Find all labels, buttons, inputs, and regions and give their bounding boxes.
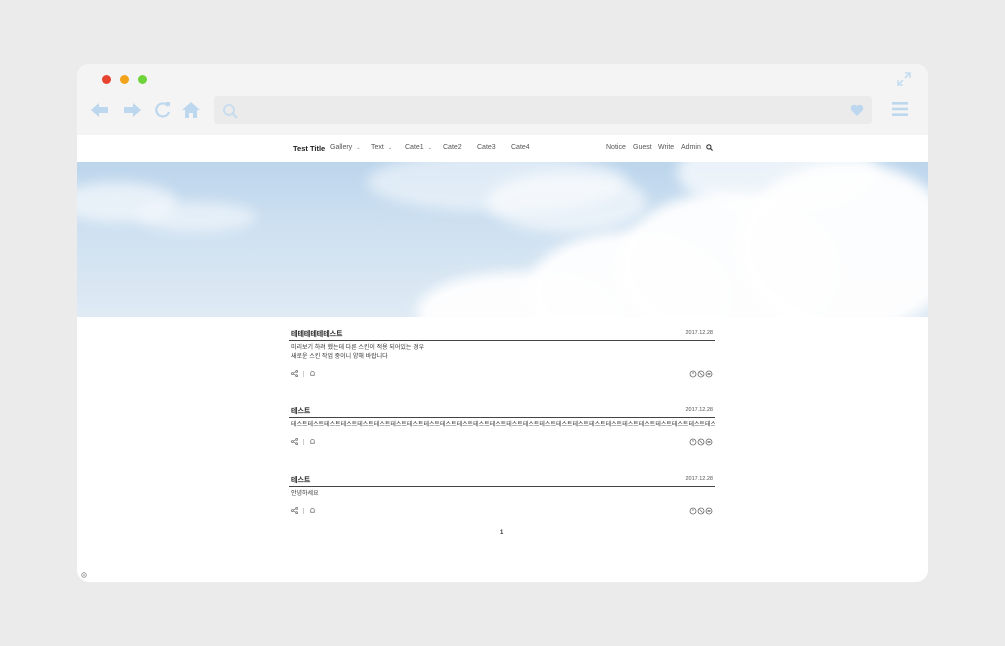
share-icon[interactable] [291,507,298,514]
nav-item-admin[interactable]: Admin [681,144,701,151]
pagination-current-page[interactable]: 1 [500,530,503,536]
site-navigation: Test Title Gallery ⌄ Text ⌄ Cate1 ⌄ Cate2 C… [77,135,928,162]
heart-icon[interactable] [850,103,864,117]
close-window-button[interactable] [102,75,111,84]
post-title[interactable]: 테스트 [291,475,310,485]
back-arrow-icon[interactable] [90,101,110,119]
creative-commons-license-icon[interactable] [689,370,713,378]
nav-item-notice[interactable]: Notice [606,144,626,151]
nav-item-cate4[interactable]: Cate4 [511,144,530,151]
chevron-down-icon: ⌄ [356,145,361,151]
browser-window: Test Title Gallery ⌄ Text ⌄ Cate1 ⌄ Cate2 C… [77,64,928,582]
divider [303,508,304,514]
post-body: 미리보기 하려 했는데 다른 스킨이 적용 되어있는 경우 새로운 스킨 작업 … [291,345,425,360]
post-body: 테스트테스트테스트테스트테스트테스트테스트테스트테스트테스트테스트테스트테스트테… [291,422,715,428]
site-title[interactable]: Test Title [293,144,325,153]
search-icon[interactable] [706,144,713,151]
nav-item-cate2[interactable]: Cate2 [443,144,462,151]
search-icon [223,104,238,119]
hero-sky-banner [77,162,928,317]
bell-icon[interactable] [309,438,316,445]
nav-item-gallery[interactable]: Gallery ⌄ [330,144,360,151]
home-icon[interactable] [181,101,201,119]
forward-arrow-icon[interactable] [122,101,142,119]
divider [303,371,304,377]
divider [303,439,304,445]
creative-commons-license-icon[interactable] [689,507,713,515]
post-body: 안녕하세요 [291,491,319,497]
share-icon[interactable] [291,438,298,445]
reload-icon[interactable] [153,101,173,119]
chevron-down-icon: ⌄ [387,145,393,151]
nav-item-guest[interactable]: Guest [633,144,652,151]
nav-item-write[interactable]: Write [658,144,674,151]
post-date: 2017.12.28 [685,407,713,413]
expand-icon[interactable] [897,72,911,86]
post-item: 테테테테테테스트 2017.12.28 미리보기 하려 했는데 다른 스킨이 적… [289,329,715,380]
nav-item-text[interactable]: Text ⌄ [371,144,392,151]
bell-icon[interactable] [309,507,316,514]
post-date: 2017.12.28 [685,476,713,482]
address-bar[interactable] [214,96,872,124]
creative-commons-license-icon[interactable] [689,438,713,446]
nav-item-cate1[interactable]: Cate1 ⌄ [405,144,432,151]
post-title[interactable]: 테테테테테테스트 [291,329,343,339]
share-icon[interactable] [291,370,298,377]
post-title[interactable]: 테스트 [291,406,310,416]
post-date: 2017.12.28 [685,330,713,336]
chevron-down-icon: ⌄ [427,145,432,151]
post-item: 테스트 2017.12.28 안녕하세요 [289,475,715,517]
settings-icon[interactable] [81,572,87,578]
hamburger-menu-icon[interactable] [892,101,908,117]
nav-item-cate3[interactable]: Cate3 [477,144,496,151]
post-item: 테스트 2017.12.28 테스트테스트테스트테스트테스트테스트테스트테스트테… [289,406,715,448]
bell-icon[interactable] [309,370,316,377]
browser-chrome [77,64,928,135]
minimize-window-button[interactable] [120,75,129,84]
maximize-window-button[interactable] [138,75,147,84]
